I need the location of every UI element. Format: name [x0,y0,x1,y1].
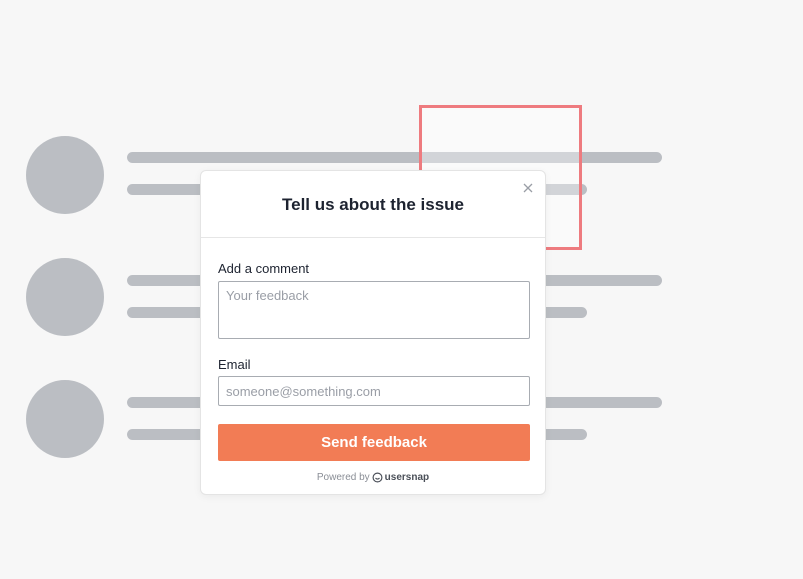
page: Tell us about the issue Add a comment Em… [0,0,803,579]
powered-by-text: Powered by [316,472,370,483]
send-feedback-button[interactable]: Send feedback [218,424,530,461]
modal-title: Tell us about the issue [282,195,464,214]
close-icon[interactable] [523,181,533,197]
email-field[interactable] [218,376,530,406]
placeholder-avatar [26,136,104,214]
email-label: Email [218,357,251,372]
placeholder-avatar [26,380,104,458]
placeholder-avatar [26,258,104,336]
brand-name[interactable]: usersnap [385,472,429,483]
comment-textarea[interactable] [218,281,530,339]
comment-label: Add a comment [218,261,310,276]
modal-header: Tell us about the issue [201,171,545,238]
feedback-modal: Tell us about the issue Add a comment Em… [200,170,546,495]
powered-by: Powered by usersnap [201,472,545,483]
usersnap-logo-icon [372,472,383,483]
close-icon-glyph [523,183,533,193]
